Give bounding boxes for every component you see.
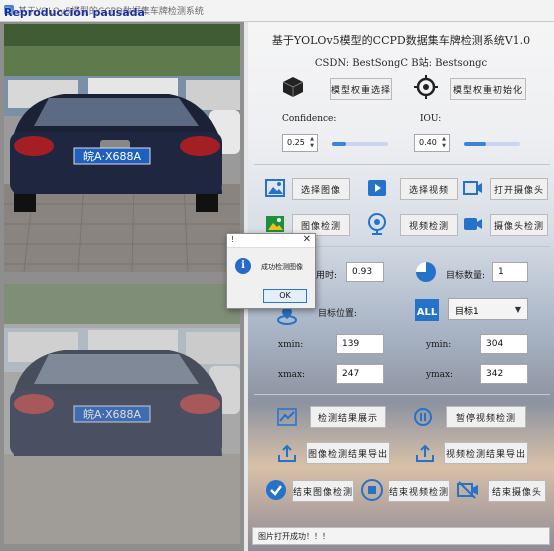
stop-circle-icon	[360, 478, 384, 502]
ymin-label: ymin:	[426, 340, 452, 350]
dialog-title: !	[231, 235, 235, 244]
export-image-button[interactable]: 图像检测结果导出	[306, 442, 390, 464]
ymax-label: ymax:	[426, 370, 454, 380]
pause-video-button[interactable]: 暂停视频检测	[446, 406, 526, 428]
time-label: 用时:	[316, 271, 338, 281]
iou-label: IOU:	[420, 114, 442, 124]
xmax-label: xmax:	[278, 370, 306, 380]
info-icon: i	[235, 258, 251, 274]
image-panel: 皖A·X688A 皖A·X688A	[0, 22, 244, 551]
spin-arrows-icon[interactable]: ▲ ▼	[440, 136, 448, 150]
chevron-down-icon[interactable]: ▼	[515, 305, 521, 314]
plate-text-top: 皖A·X688A	[83, 149, 142, 163]
select-image-button[interactable]: 选择图像	[292, 178, 350, 200]
end-video-button[interactable]: 结束视频检测	[388, 480, 450, 502]
export-video-button[interactable]: 视频检测结果导出	[444, 442, 528, 464]
author-info: CSDN: BestSongC B站: Bestsongc	[314, 58, 488, 69]
camera-off-icon	[456, 478, 480, 502]
app-heading: 基于YOLOv5模型的CCPD数据集车牌检测系统V1.0	[271, 34, 531, 47]
xmin-field: 139	[336, 334, 384, 354]
export-icon	[276, 442, 298, 464]
target-icon	[413, 74, 439, 100]
spin-arrows-icon[interactable]: ▲ ▼	[308, 136, 316, 150]
original-image: 皖A·X688A	[4, 24, 240, 272]
end-image-button[interactable]: 结束图像检测	[292, 480, 354, 502]
end-camera-button[interactable]: 结束摄像头	[488, 480, 546, 502]
show-results-button[interactable]: 检测结果展示	[310, 406, 386, 428]
success-dialog: ! ✕ i 成功检测图像 OK	[226, 233, 316, 309]
ok-button[interactable]: OK	[263, 289, 307, 303]
camera-detect-button[interactable]: 摄像头检测	[490, 214, 548, 236]
cube-icon	[280, 74, 306, 100]
time-field: 0.93	[346, 262, 384, 282]
plate-text-bottom: 皖A·X688A	[83, 407, 142, 421]
iou-slider-fill	[464, 142, 487, 146]
dialog-message: 成功检测图像	[261, 263, 303, 271]
count-label: 目标数量:	[446, 271, 486, 281]
image-detect-icon	[264, 214, 286, 234]
count-field: 1	[492, 262, 528, 282]
confidence-spinbox[interactable]: 0.25 ▲ ▼	[282, 134, 318, 152]
iou-slider[interactable]	[464, 142, 520, 146]
close-icon[interactable]: ✕	[303, 234, 311, 245]
export-icon	[414, 442, 436, 464]
detected-image: 皖A·X688A	[4, 284, 240, 544]
pie-chart-icon	[414, 260, 438, 284]
camera-detect-icon	[462, 214, 484, 234]
ymax-field: 342	[480, 364, 528, 384]
divider	[254, 394, 550, 395]
confidence-value: 0.25	[287, 138, 305, 147]
image-icon	[264, 178, 286, 198]
app-window: 基于YOLOv5模型的CCPD数据集车牌检测系统 Reproducción pa…	[0, 0, 554, 551]
divider	[254, 164, 550, 165]
select-video-button[interactable]: 选择视频	[400, 178, 458, 200]
confidence-slider-fill	[332, 142, 346, 146]
select-weights-button[interactable]: 模型权重选择	[330, 78, 392, 100]
iou-spinbox[interactable]: 0.40 ▲ ▼	[414, 134, 450, 152]
ymin-field: 304	[480, 334, 528, 354]
all-icon: ALL	[414, 298, 440, 322]
open-camera-button[interactable]: 打开摄像头	[490, 178, 548, 200]
line-chart-icon	[276, 406, 298, 428]
xmax-field: 247	[336, 364, 384, 384]
init-weights-button[interactable]: 模型权重初始化	[450, 78, 526, 100]
camera-open-icon	[462, 178, 484, 198]
xmin-label: xmin:	[278, 340, 304, 350]
dialog-titlebar: ! ✕	[227, 234, 315, 248]
confidence-slider[interactable]	[332, 142, 388, 146]
video-detect-button[interactable]: 视频检测	[400, 214, 458, 236]
watermark: @稀土掘金技术社区	[452, 532, 542, 543]
iou-value: 0.40	[419, 138, 437, 147]
confidence-label: Confidence:	[282, 114, 337, 124]
position-label: 目标位置:	[318, 309, 358, 319]
check-circle-icon	[264, 478, 288, 502]
webcam-icon	[366, 212, 388, 236]
target-select-value: 目标1	[455, 307, 479, 317]
target-select[interactable]: 目标1 ▼	[448, 298, 528, 320]
svg-text:ALL: ALL	[417, 307, 438, 318]
playback-paused-overlay: Reproducción pausada	[4, 6, 145, 19]
video-icon	[366, 178, 388, 198]
pause-icon	[412, 406, 434, 428]
